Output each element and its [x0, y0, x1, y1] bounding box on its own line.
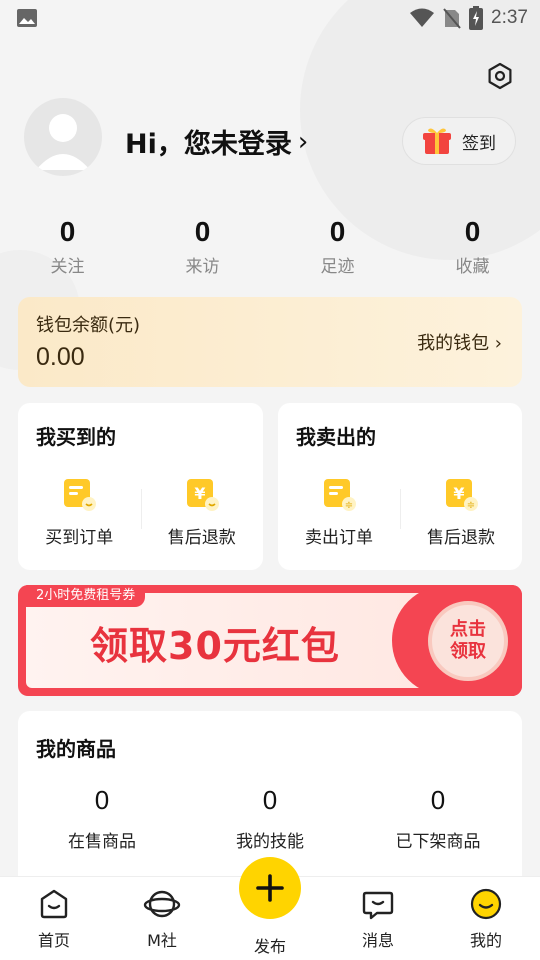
goods-value: 0 — [430, 785, 446, 815]
goods-skills[interactable]: 0 我的技能 — [186, 783, 354, 852]
clock: 2:37 — [491, 7, 528, 28]
nav-messages[interactable]: 消息 — [324, 877, 432, 960]
wallet-card[interactable]: 钱包余额(元) 0.00 我的钱包 › — [18, 297, 522, 387]
banner-tag: 2小时免费租号券 — [26, 585, 146, 607]
goods-label: 已下架商品 — [395, 832, 481, 852]
stat-value: 0 — [59, 216, 76, 247]
red-packet-banner[interactable]: 2小时免费租号券 领取30元红包 点击 领取 — [18, 585, 522, 696]
stat-label: 来访 — [185, 257, 220, 277]
bought-refund-label: 售后退款 — [167, 528, 236, 548]
bought-orders-button[interactable]: 买到订单 — [18, 475, 141, 548]
bought-card: 我买到的 买到订单 ¥ 售后退款 — [18, 403, 263, 570]
battery-charging-icon — [469, 6, 484, 30]
bottom-nav: 首页 M社 发布 消息 我的 — [0, 857, 540, 960]
stat-label: 收藏 — [455, 257, 490, 277]
publish-button[interactable] — [239, 857, 301, 919]
nav-community[interactable]: M社 — [108, 877, 216, 960]
sold-refund-button[interactable]: ¥ ≑ 售后退款 — [400, 475, 522, 548]
goods-value: 0 — [94, 785, 110, 815]
login-prompt[interactable]: Hi，您未登录 › — [125, 122, 308, 161]
stat-label: 关注 — [50, 257, 85, 277]
wifi-icon — [410, 8, 435, 27]
order-icon — [64, 479, 97, 511]
my-wallet-link[interactable]: 我的钱包 › — [417, 329, 502, 355]
planet-icon — [143, 890, 181, 918]
nav-home-label: 首页 — [37, 931, 70, 950]
stats-row: 0 关注 0 来访 0 足迹 0 收藏 — [0, 212, 540, 282]
svg-text:¥: ¥ — [453, 484, 464, 503]
claim-button[interactable]: 点击 领取 — [428, 601, 508, 681]
nav-home[interactable]: 首页 — [0, 877, 108, 960]
banner-headline: 领取30元红包 — [90, 624, 340, 668]
nav-publish[interactable]: 发布 — [216, 857, 324, 960]
stat-value: 0 — [194, 216, 211, 247]
status-bar: 2:37 — [0, 0, 540, 36]
plus-icon — [256, 874, 284, 902]
no-sim-icon — [443, 8, 461, 29]
svg-text:≑: ≑ — [345, 500, 353, 511]
refund-icon: ¥ — [186, 479, 219, 511]
nav-publish-label: 发布 — [253, 937, 286, 956]
login-title-text: Hi，您未登录 — [125, 129, 292, 160]
checkin-button[interactable]: 签到 — [402, 117, 516, 165]
order-icon: ≑ — [324, 479, 356, 511]
svg-text:¥: ¥ — [194, 484, 205, 503]
wallet-title: 钱包余额(元) — [36, 315, 141, 336]
settings-icon[interactable] — [486, 62, 514, 90]
home-icon — [40, 889, 68, 919]
refund-icon: ¥ ≑ — [446, 479, 478, 511]
nav-mine[interactable]: 我的 — [432, 877, 540, 960]
chevron-right-icon: › — [297, 126, 309, 157]
my-goods-card: 我的商品 0 在售商品 0 我的技能 0 已下架商品 — [18, 711, 522, 876]
gift-icon — [423, 128, 451, 154]
bought-refund-button[interactable]: ¥ 售后退款 — [141, 475, 264, 548]
sold-card: 我卖出的 ≑ 卖出订单 ¥ ≑ 售后退款 — [278, 403, 522, 570]
message-icon — [362, 891, 394, 920]
stat-value: 0 — [329, 216, 346, 247]
stat-favorites[interactable]: 0 收藏 — [405, 212, 540, 282]
avatar[interactable] — [24, 98, 102, 176]
goods-title: 我的商品 — [36, 737, 116, 761]
nav-mine-label: 我的 — [469, 931, 502, 950]
wallet-balance: 0.00 — [36, 343, 85, 371]
stat-visitors[interactable]: 0 来访 — [135, 212, 270, 282]
stat-value: 0 — [464, 216, 481, 247]
svg-text:≑: ≑ — [467, 500, 475, 511]
smiley-icon — [470, 888, 502, 920]
claim-line-2: 领取 — [450, 641, 486, 662]
claim-line-1: 点击 — [450, 619, 486, 640]
bought-orders-label: 买到订单 — [45, 528, 114, 548]
banner-notch — [18, 635, 24, 645]
sold-orders-button[interactable]: ≑ 卖出订单 — [278, 475, 400, 548]
sold-orders-label: 卖出订单 — [305, 528, 373, 548]
goods-value: 0 — [262, 785, 278, 815]
checkin-label: 签到 — [462, 133, 496, 154]
stat-following[interactable]: 0 关注 — [0, 212, 135, 282]
sold-title: 我卖出的 — [296, 425, 376, 449]
image-icon — [17, 9, 37, 27]
goods-label: 我的技能 — [236, 832, 304, 852]
goods-label: 在售商品 — [68, 832, 136, 852]
goods-on-sale[interactable]: 0 在售商品 — [18, 783, 186, 852]
nav-community-label: M社 — [147, 931, 177, 950]
sold-refund-label: 售后退款 — [427, 528, 495, 548]
nav-messages-label: 消息 — [361, 931, 394, 950]
goods-delisted[interactable]: 0 已下架商品 — [354, 783, 522, 852]
bought-title: 我买到的 — [36, 425, 116, 449]
stat-history[interactable]: 0 足迹 — [270, 212, 405, 282]
stat-label: 足迹 — [320, 257, 355, 277]
